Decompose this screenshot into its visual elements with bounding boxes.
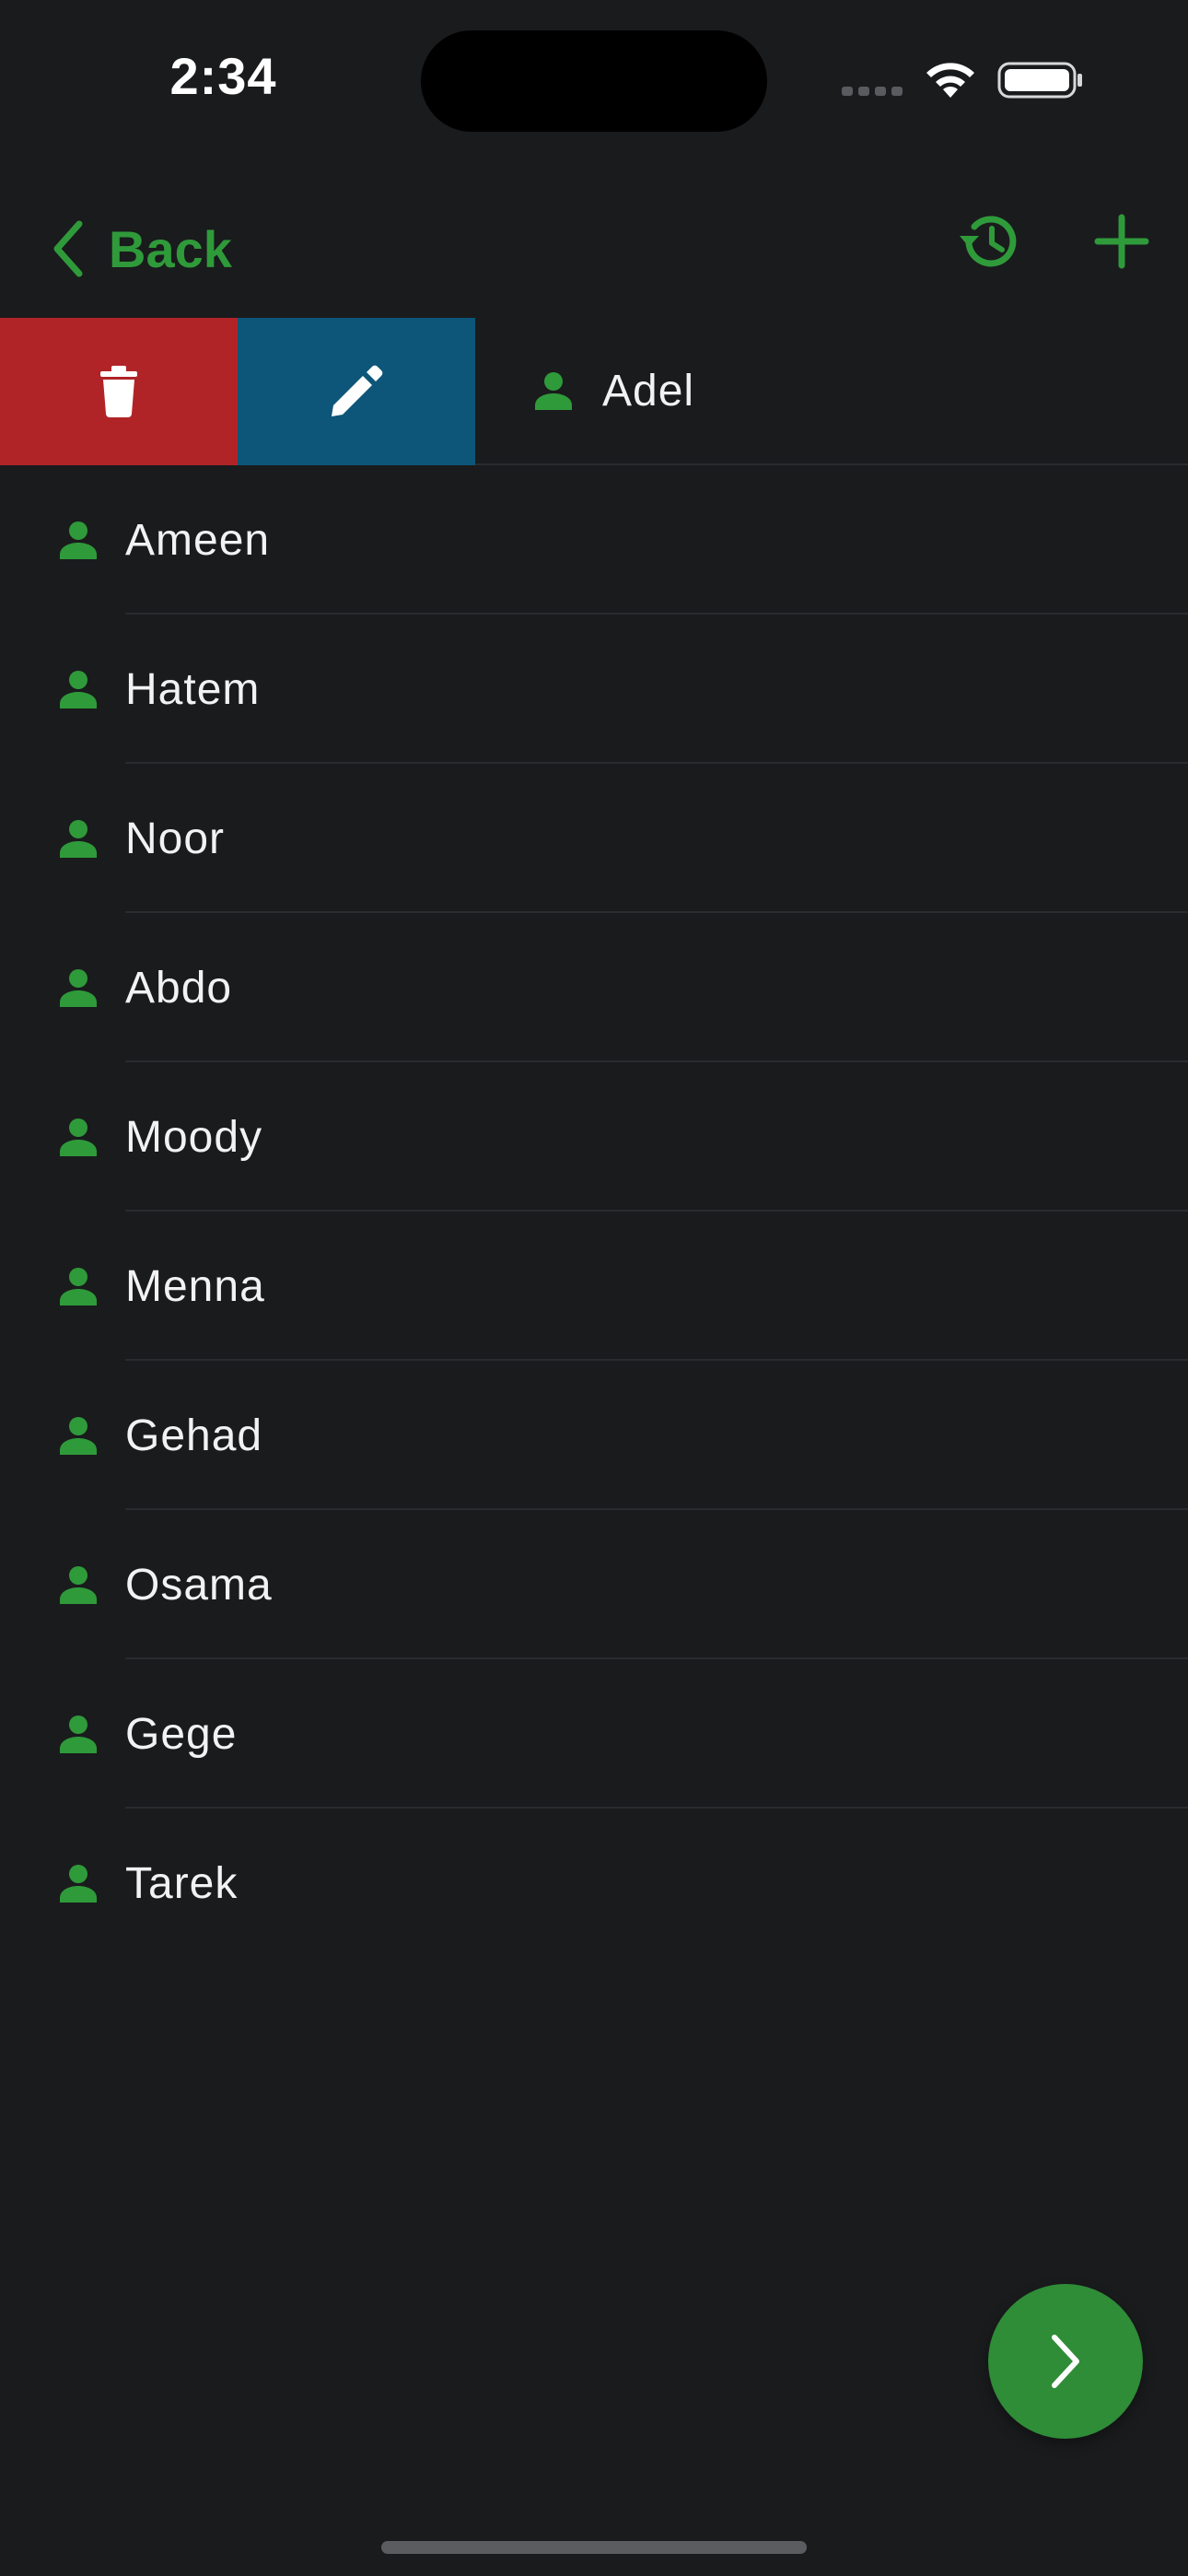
contact-name: Gege	[125, 1709, 238, 1759]
list-item[interactable]: Noor	[0, 764, 1188, 913]
edit-button[interactable]	[238, 318, 475, 465]
status-bar: 2:34	[0, 0, 1188, 157]
person-icon	[60, 969, 97, 1007]
contact-name: Moody	[125, 1112, 263, 1162]
person-icon	[60, 671, 97, 708]
person-icon	[60, 1118, 97, 1156]
contact-name: Adel	[602, 366, 695, 416]
list-item[interactable]: Moody	[0, 1062, 1188, 1212]
battery-icon	[997, 62, 1082, 99]
list-item[interactable]: Tarek	[0, 1809, 1188, 1958]
contact-name: Abdo	[125, 963, 233, 1013]
person-icon	[60, 1566, 97, 1604]
contact-name: Menna	[125, 1261, 265, 1311]
history-icon[interactable]	[956, 208, 1022, 275]
status-time: 2:34	[169, 47, 277, 105]
contact-name: Osama	[125, 1560, 273, 1610]
person-icon	[60, 521, 97, 559]
wifi-icon	[926, 63, 974, 98]
contact-name: Tarek	[125, 1858, 239, 1908]
plus-icon[interactable]	[1092, 208, 1151, 275]
list-item[interactable]: Adel	[475, 318, 1188, 465]
contact-name: Hatem	[125, 664, 261, 714]
list-item[interactable]: Hatem	[0, 615, 1188, 764]
person-icon	[60, 1268, 97, 1306]
chevron-right-icon	[1052, 2335, 1079, 2388]
back-button[interactable]: Back	[48, 212, 232, 286]
contact-name: Gehad	[125, 1411, 263, 1460]
swiped-contact-row: Adel	[0, 318, 1188, 465]
back-label: Back	[109, 219, 232, 278]
contact-name: Ameen	[125, 515, 271, 565]
person-icon	[60, 1417, 97, 1455]
pencil-icon	[332, 365, 383, 416]
cellular-signal-icon	[842, 87, 903, 96]
home-indicator	[381, 2541, 807, 2554]
list-item[interactable]: Menna	[0, 1212, 1188, 1361]
list-item[interactable]: Ameen	[0, 465, 1188, 615]
list-item[interactable]: Abdo	[0, 913, 1188, 1062]
person-icon	[60, 1715, 97, 1753]
delete-button[interactable]	[0, 318, 238, 465]
contact-name: Noor	[125, 814, 226, 863]
chevron-left-icon	[53, 220, 83, 277]
trash-icon	[100, 366, 137, 417]
navigation-bar: Back	[0, 175, 1188, 313]
dynamic-island	[421, 30, 767, 132]
person-icon	[535, 372, 572, 410]
contact-list: Ameen Hatem Noor Abdo Moody Menna Gehad …	[0, 465, 1188, 1958]
list-item[interactable]: Gege	[0, 1659, 1188, 1809]
next-fab-button[interactable]	[988, 2284, 1143, 2439]
person-icon	[60, 820, 97, 858]
person-icon	[60, 1865, 97, 1903]
list-item[interactable]: Osama	[0, 1510, 1188, 1659]
list-item[interactable]: Gehad	[0, 1361, 1188, 1510]
